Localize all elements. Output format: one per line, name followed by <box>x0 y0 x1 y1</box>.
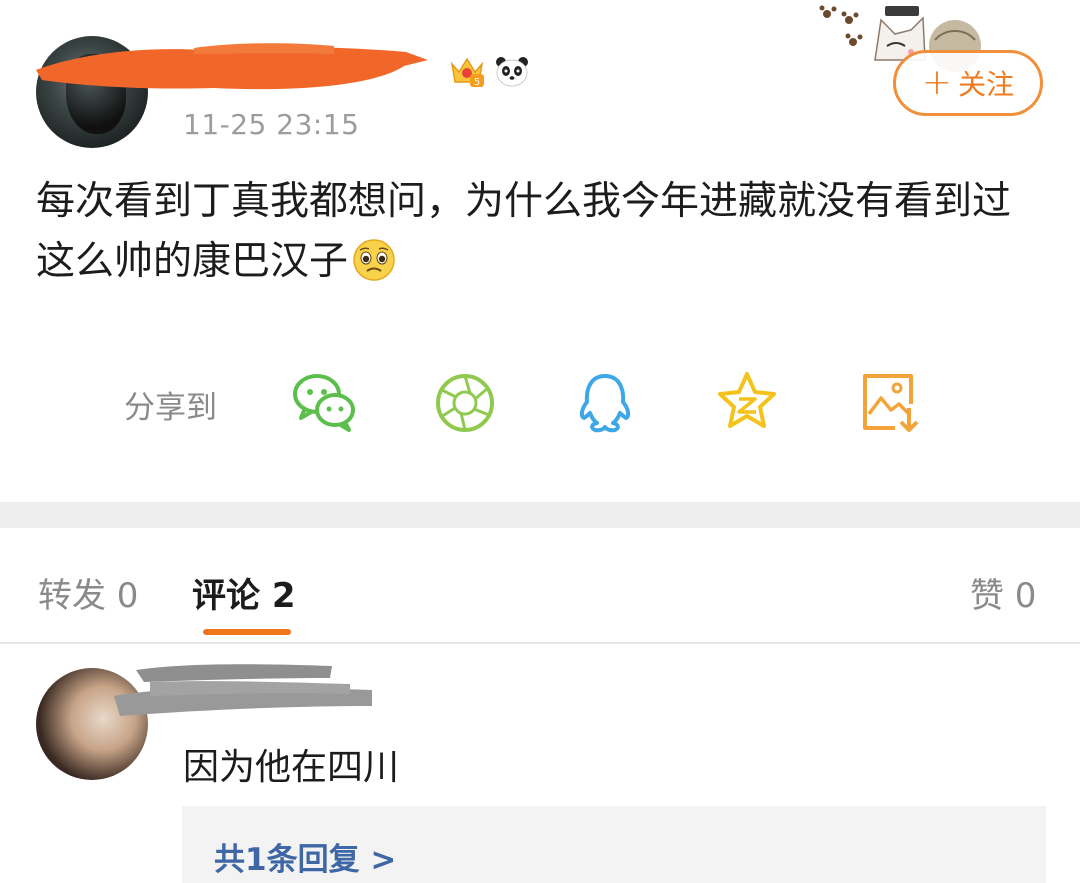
moments-icon[interactable] <box>430 366 500 436</box>
wechat-icon[interactable] <box>289 366 359 436</box>
plus-icon: + <box>921 62 953 103</box>
tab-reposts[interactable]: 转发 0 <box>38 568 138 617</box>
post-card: 5 11-25 23:15 + 关注 每次看到丁真我都想问，为什么我今年进藏就没… <box>0 0 1080 502</box>
comment-item: 因为他在四川 共1条回复 > <box>0 646 1080 883</box>
username-redaction <box>36 43 428 90</box>
share-bar: 分享到 <box>0 360 1080 440</box>
user-badges: 5 <box>448 54 530 88</box>
post-timestamp: 11-25 23:15 <box>183 108 360 141</box>
replies-box[interactable]: 共1条回复 > <box>182 806 1046 883</box>
interaction-tabs: 转发 0 评论 2 赞 0 <box>0 528 1080 644</box>
post-text: 每次看到丁真我都想问，为什么我今年进藏就没有看到过这么帅的康巴汉子 <box>36 179 1012 284</box>
view-replies-link[interactable]: 共1条回复 > <box>214 834 396 879</box>
crown-level-badge-icon: 5 <box>450 57 484 88</box>
active-tab-indicator <box>203 629 291 635</box>
tab-comments[interactable]: 评论 2 <box>192 568 296 617</box>
pleading-face-emoji-icon <box>353 239 395 281</box>
post-body: 每次看到丁真我都想问，为什么我今年进藏就没有看到过这么帅的康巴汉子 <box>36 172 1046 292</box>
crown-level-number: 5 <box>474 77 480 88</box>
section-divider <box>0 502 1080 528</box>
commenter-name-redaction <box>114 664 372 716</box>
qq-icon[interactable] <box>570 366 640 436</box>
save-image-icon[interactable] <box>855 366 925 436</box>
comment-text: 因为他在四川 <box>183 747 400 788</box>
follow-button[interactable]: + 关注 <box>893 50 1043 116</box>
qzone-icon[interactable] <box>712 366 782 436</box>
follow-label: 关注 <box>958 68 1015 101</box>
panda-badge-icon <box>496 57 528 87</box>
tab-likes[interactable]: 赞 0 <box>970 568 1036 617</box>
share-label: 分享到 <box>124 390 217 426</box>
